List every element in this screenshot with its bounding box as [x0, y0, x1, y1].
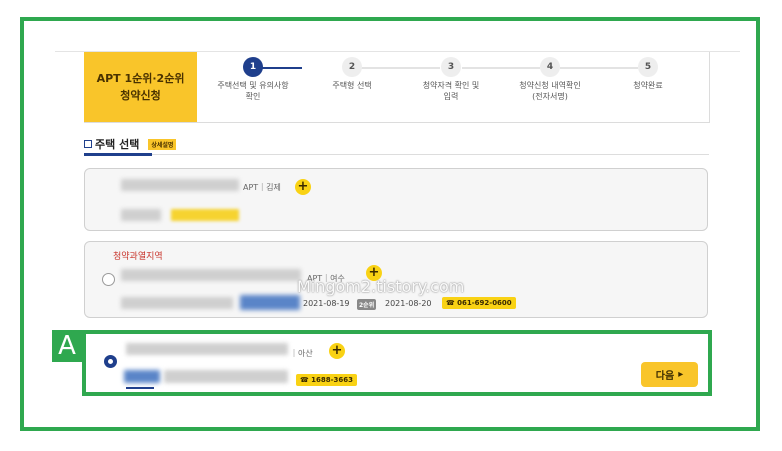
date-second: 2021-08-20	[385, 299, 432, 308]
step-number: 5	[638, 57, 658, 77]
step-1: 1 주택선택 및 유의사항 확인	[203, 57, 303, 102]
step-2: 2 주택형 선택	[302, 57, 402, 91]
stepper-title-line1: APT 1순위·2순위	[96, 72, 185, 85]
plus-icon[interactable]: +	[295, 179, 311, 195]
blurred-highlight	[240, 295, 300, 310]
step-4: 4 청약신청 내역확인 (전자서명)	[500, 57, 600, 102]
section-active-underline	[84, 153, 152, 156]
detail-button[interactable]: 상세설명	[148, 138, 177, 150]
step-number: 3	[441, 57, 461, 77]
stepper-title-line2: 청약신청	[120, 89, 161, 102]
housing-card-1[interactable]: APT｜김제 +	[84, 168, 708, 231]
step-3: 3 청약자격 확인 및 입력	[401, 57, 501, 102]
step-number: 4	[540, 57, 560, 77]
annotation-label: A	[52, 330, 82, 362]
blurred-info	[121, 297, 233, 309]
blurred-name	[121, 269, 301, 281]
date-first: 2021-08-19	[303, 299, 350, 308]
step-5: 5 청약완료	[598, 57, 698, 91]
select-radio[interactable]	[102, 273, 115, 286]
rank-badge: 2순위	[357, 299, 377, 310]
blurred-name	[121, 179, 239, 191]
card-name-suffix: APT｜김제	[243, 183, 281, 192]
square-icon	[84, 140, 92, 148]
watermark: Mingom2.tistory.com	[297, 277, 465, 296]
step-number: 2	[342, 57, 362, 77]
step-label: 주택형 선택	[332, 81, 372, 90]
stepper-title: APT 1순위·2순위 청약신청	[84, 52, 197, 122]
section-title: 주택 선택 상세설명	[84, 136, 177, 152]
step-label: 청약완료	[633, 81, 663, 90]
blurred-badge	[171, 209, 239, 221]
blurred-info	[121, 209, 161, 221]
section-title-text: 주택 선택	[95, 138, 140, 151]
overheated-zone-tag: 청약과열지역	[113, 252, 163, 262]
step-label: 주택선택 및 유의사항 확인	[217, 81, 289, 101]
phone-badge: ☎ 061-692-0600	[442, 297, 516, 309]
step-label: 청약신청 내역확인 (전자서명)	[519, 81, 581, 101]
annotation-highlight-box	[82, 330, 712, 396]
step-label: 청약자격 확인 및 입력	[422, 81, 480, 101]
step-number: 1	[243, 57, 263, 77]
section-divider	[84, 154, 709, 155]
